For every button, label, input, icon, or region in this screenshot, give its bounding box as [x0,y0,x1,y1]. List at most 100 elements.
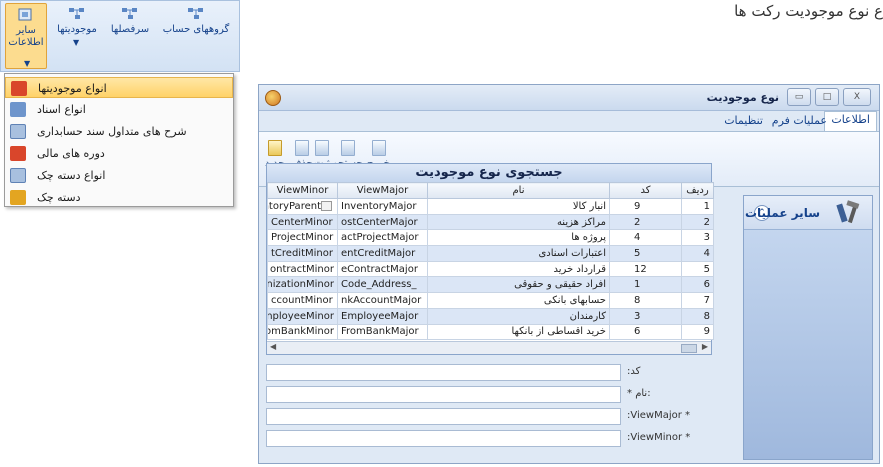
ribbon-group: سایر اطلاعات ▼ موجودیتها ▼ سرفصلها گروهه… [0,0,240,72]
scroll-left-icon[interactable]: ◀ [270,342,276,351]
menu-bar: اطلاعات عملیات فرم تنظیمات [259,111,879,131]
ribbon-account-groups-button[interactable]: گروههای حساب [159,7,233,36]
grid-icon [122,8,137,19]
cell-row: 9 [681,323,714,341]
cell-row: 8 [681,307,714,325]
save-document-icon [314,140,329,156]
cell-viewmajor: nkAccountMajor [337,292,428,309]
viewminor-label: :ViewMinor * [627,432,691,443]
window-title: نوع موجودیت [706,91,779,104]
minimize-button[interactable]: ▭ [787,88,811,106]
code-label: :کد [627,366,641,377]
code-field[interactable] [266,364,621,381]
table-row[interactable]: ontractMinor eContractMajor قرارداد خرید… [267,260,714,278]
cell-viewmajor: actProjectMajor [337,229,428,247]
table-row[interactable]: nizationMinor _Code_Address افراد حقیقی … [267,276,714,294]
cell-viewminor: nployeeMinor [267,307,338,325]
table-row[interactable]: entoryParent InventoryMajor انبار کالا 9… [267,198,714,215]
ribbon-label: موجودیتها [57,24,97,35]
column-header-code[interactable]: کد [609,182,682,199]
cell-code: 2 [609,213,682,231]
table-row[interactable]: CenterMinor ostCenterMajor مراکز هزینه 2… [267,213,714,231]
row-checkbox[interactable] [321,200,332,211]
grid-icon [188,8,203,19]
dropdown-arrow-icon: ▼ [73,38,80,47]
cell-row: 7 [681,292,714,309]
dropdown-item-common-descriptions[interactable]: شرح های متداول سند حسابداری [5,121,233,142]
cell-code: 9 [609,198,682,215]
name-label: * نام: [627,388,651,399]
background-window-title: ع نوع موجودیت رکت ها [734,2,883,20]
cell-viewmajor: FromBankMajor [337,323,428,341]
cell-viewmajor: _Code_Address [337,276,428,294]
column-header-viewminor[interactable]: ViewMinor [267,182,338,199]
column-header-name[interactable]: نام [427,182,610,199]
side-panel: ⌃ سایر عملیات [743,195,873,460]
table-row[interactable]: omBankMinor FromBankMajor خرید اقساطی از… [267,323,714,341]
delete-document-icon [294,140,309,156]
cell-viewminor: entoryParent [267,198,338,215]
dropdown-item-checkbook[interactable]: دسته چک [5,187,233,208]
cell-viewminor: ProjectMinor [267,229,338,247]
exit-document-icon [371,140,386,156]
cell-viewmajor: entCreditMajor [337,245,428,262]
ribbon-label: سایر اطلاعات [8,25,44,48]
ribbon-entities-button[interactable]: موجودیتها ▼ [51,7,103,47]
dropdown-item-doc-types[interactable]: انواع اسناد [5,99,233,120]
cell-viewmajor: InventoryMajor [337,198,428,215]
info-grid-icon [18,8,32,21]
cell-code: 8 [609,292,682,309]
ribbon-other-info-button[interactable]: سایر اطلاعات ▼ [5,3,47,69]
viewmajor-label: :ViewMajor * [627,410,691,421]
table-row[interactable]: ccountMinor nkAccountMajor حسابهای بانکی… [267,292,714,309]
app-icon [265,90,281,106]
viewminor-field[interactable] [266,430,621,447]
table-row[interactable]: ProjectMinor actProjectMajor پروژه ها 4 … [267,229,714,247]
cell-viewminor: omBankMinor [267,323,338,341]
calendar-box-icon [10,146,26,161]
close-button[interactable]: X [843,88,871,106]
scroll-thumb[interactable] [681,344,697,353]
maximize-button[interactable]: □ [815,88,839,106]
cell-name: خرید اقساطی از بانکها [427,323,610,341]
search-document-icon [340,140,355,156]
table-row[interactable]: tCreditMinor entCreditMajor اعتبارات اسن… [267,245,714,262]
horizontal-scrollbar[interactable]: ◀ ▶ [267,341,711,354]
entity-table: ViewMinor ViewMajor نام کد ردیف entoryPa… [267,182,714,341]
table-row[interactable]: nployeeMinor EmployeeMajor کارمندان 3 8 [267,307,714,325]
entity-type-window: X □ ▭ نوع موجودیت اطلاعات عملیات فرم تنظ… [258,84,880,464]
cell-row: 5 [681,260,714,278]
tab-form-operations[interactable]: عملیات فرم [772,114,827,127]
cell-viewmajor: ostCenterMajor [337,213,428,231]
scroll-right-icon[interactable]: ▶ [702,342,708,351]
new-document-icon [267,140,282,156]
side-panel-header[interactable]: ⌃ سایر عملیات [744,196,872,230]
cell-name: مراکز هزینه [427,213,610,231]
cell-viewminor: ccountMinor [267,292,338,309]
cheque-icon [10,190,26,205]
dropdown-item-checkbook-types[interactable]: انواع دسته چک [5,165,233,186]
cell-code: 12 [609,260,682,278]
cell-row: 3 [681,229,714,247]
column-header-row[interactable]: ردیف [681,182,714,199]
dropdown-item-entity-types[interactable]: انواع موجودیتها [5,77,233,98]
cell-code: 4 [609,229,682,247]
cell-row: 6 [681,276,714,294]
cell-name: اعتبارات اسنادی [427,245,610,262]
dropdown-item-fiscal-periods[interactable]: دوره های مالی [5,143,233,164]
ribbon-label: سرفصلها [110,24,150,35]
name-field[interactable] [266,386,621,403]
cell-row: 1 [681,198,714,215]
entity-box-icon [11,81,27,96]
column-header-viewmajor[interactable]: ViewMajor [337,182,428,199]
side-panel-title: سایر عملیات [744,206,820,220]
description-icon [10,124,26,139]
cell-code: 3 [609,307,682,325]
grid-icon [69,8,84,19]
ribbon-headings-button[interactable]: سرفصلها [105,7,155,36]
cell-name: کارمندان [427,307,610,325]
tab-settings[interactable]: تنظیمات [724,114,763,127]
viewmajor-field[interactable] [266,408,621,425]
tab-info[interactable]: اطلاعات [824,111,877,131]
cell-viewminor: tCreditMinor [267,245,338,262]
